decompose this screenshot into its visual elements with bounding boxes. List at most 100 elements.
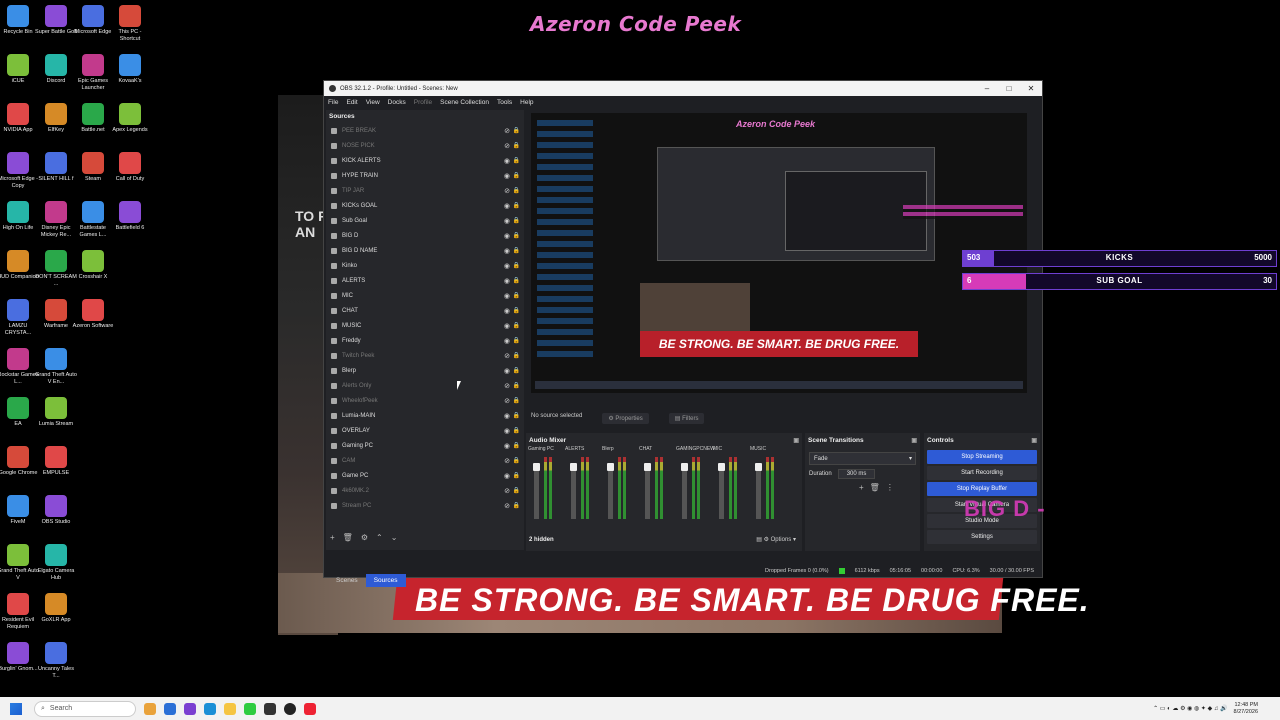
desktop-icon[interactable]: Azeron Software <box>73 296 113 345</box>
menu-item[interactable]: Help <box>520 99 533 106</box>
desktop-icon[interactable]: Battlestate Games L... <box>73 198 113 247</box>
desktop-icon[interactable]: GoXLR App <box>36 590 76 639</box>
dock-close-icon[interactable]: ▣ <box>793 437 799 444</box>
desktop-icon[interactable]: EA <box>0 394 38 443</box>
desktop-icon[interactable]: iCUE <box>0 51 38 100</box>
source-item[interactable]: Stream PC ⊘ 🔒 <box>326 498 524 513</box>
dock-close-icon[interactable]: ▣ <box>911 437 917 444</box>
desktop-icon[interactable]: Microsoft Edge - Copy <box>0 149 38 198</box>
lock-icon[interactable]: 🔒 <box>513 247 520 254</box>
widgets-icon[interactable] <box>144 702 156 715</box>
desktop-icon[interactable]: This PC - Shortcut <box>110 2 150 51</box>
desktop-icon[interactable]: Rockstar Games L... <box>0 345 38 394</box>
lock-icon[interactable]: 🔒 <box>513 307 520 314</box>
source-item[interactable]: Sub Goal ◉ 🔒 <box>326 213 524 228</box>
lock-icon[interactable]: 🔒 <box>513 442 520 449</box>
transition-select[interactable]: Fade ▾ <box>809 452 916 465</box>
settings-button[interactable]: Settings <box>927 530 1037 544</box>
lock-icon[interactable]: 🔒 <box>513 412 520 419</box>
stop-streaming-button[interactable]: Stop Streaming <box>927 450 1037 464</box>
desktop-icon[interactable]: LAMZU CRYSTA... <box>0 296 38 345</box>
desktop-icon[interactable]: Uncanny Tales T... <box>36 639 76 688</box>
lock-icon[interactable]: 🔒 <box>513 232 520 239</box>
start-recording-button[interactable]: Start Recording <box>927 466 1037 480</box>
desktop-icon[interactable]: Battlefield 6 <box>110 198 150 247</box>
copilot-icon[interactable] <box>184 702 196 715</box>
lock-icon[interactable]: 🔒 <box>513 367 520 374</box>
lock-icon[interactable]: 🔒 <box>513 262 520 269</box>
desktop-icon[interactable]: NVIDIA App <box>0 100 38 149</box>
lock-icon[interactable]: 🔒 <box>513 157 520 164</box>
desktop-icon[interactable]: Crosshair X <box>73 247 113 296</box>
source-item[interactable]: TIP JAR ⊘ 🔒 <box>326 183 524 198</box>
visibility-eye-icon[interactable]: ⊘ <box>504 457 510 465</box>
source-item[interactable]: HYPE TRAIN ◉ 🔒 <box>326 168 524 183</box>
desktop-icon[interactable]: High On Life <box>0 198 38 247</box>
trash-icon[interactable]: 🗑 <box>343 533 353 542</box>
desktop-icon[interactable]: Battle.net <box>73 100 113 149</box>
volume-fader[interactable] <box>681 463 688 519</box>
fader-handle[interactable] <box>607 463 614 471</box>
add-icon[interactable]: + <box>859 483 864 492</box>
desktop-icon[interactable]: Grand Theft Auto V <box>0 541 39 590</box>
lock-icon[interactable]: 🔒 <box>513 187 520 194</box>
source-item[interactable]: MUSIC ◉ 🔒 <box>326 318 524 333</box>
minimize-icon[interactable]: – <box>976 84 998 93</box>
desktop-icon[interactable]: Resident Evil Requiem <box>0 590 38 639</box>
desktop-icon[interactable]: Apex Legends <box>110 100 150 149</box>
desktop-icon[interactable]: HUD Companion <box>0 247 39 296</box>
edge-icon[interactable] <box>204 702 216 715</box>
properties-button[interactable]: ⚙ Properties <box>602 413 649 424</box>
obs-titlebar[interactable]: OBS 32.1.2 - Profile: Untitled - Scenes:… <box>324 81 1042 96</box>
visibility-eye-icon[interactable]: ◉ <box>504 157 510 165</box>
lock-icon[interactable]: 🔒 <box>513 142 520 149</box>
desktop-icon[interactable]: OBS Studio <box>36 492 76 541</box>
desktop-icon[interactable]: FiveM <box>0 492 38 541</box>
visibility-eye-icon[interactable]: ◉ <box>504 217 510 225</box>
source-item[interactable]: CAM ⊘ 🔒 <box>326 453 524 468</box>
lock-icon[interactable]: 🔒 <box>513 292 520 299</box>
menu-item[interactable]: Profile <box>414 99 432 106</box>
visibility-eye-icon[interactable]: ⊘ <box>504 487 510 495</box>
source-item[interactable]: BIG D ◉ 🔒 <box>326 228 524 243</box>
visibility-eye-icon[interactable]: ⊘ <box>504 397 510 405</box>
visibility-eye-icon[interactable]: ◉ <box>504 337 510 345</box>
visibility-eye-icon[interactable]: ⊘ <box>504 142 510 150</box>
lock-icon[interactable]: 🔒 <box>513 127 520 134</box>
search-input[interactable]: ⌕ Search <box>34 700 136 717</box>
source-item[interactable]: KICKs GOAL ◉ 🔒 <box>326 198 524 213</box>
add-icon[interactable]: + <box>330 533 335 542</box>
lock-icon[interactable]: 🔒 <box>513 472 520 479</box>
source-item[interactable]: BIG D NAME ◉ 🔒 <box>326 243 524 258</box>
desktop-icon[interactable]: SILENT HILL f <box>36 149 76 198</box>
app-icon[interactable] <box>304 702 316 715</box>
terminal-icon[interactable] <box>264 702 276 715</box>
source-item[interactable]: MIC ◉ 🔒 <box>326 288 524 303</box>
source-item[interactable]: CHAT ◉ 🔒 <box>326 303 524 318</box>
visibility-eye-icon[interactable]: ◉ <box>504 232 510 240</box>
menu-item[interactable]: Docks <box>388 99 406 106</box>
maximize-icon[interactable]: □ <box>998 84 1020 93</box>
more-icon[interactable]: ⋮ <box>886 483 894 492</box>
visibility-eye-icon[interactable]: ◉ <box>504 292 510 300</box>
fader-handle[interactable] <box>681 463 688 471</box>
menu-item[interactable]: Edit <box>346 99 357 106</box>
desktop-icon[interactable]: Burglin' Gnom... <box>0 639 38 688</box>
arrow-down-icon[interactable]: ⌄ <box>391 533 398 542</box>
source-item[interactable]: NOSE PICK ⊘ 🔒 <box>326 138 524 153</box>
fader-handle[interactable] <box>718 463 725 471</box>
desktop-icon[interactable]: EMPULSE <box>36 443 76 492</box>
volume-fader[interactable] <box>570 463 577 519</box>
arrow-up-icon[interactable]: ⌃ <box>376 533 383 542</box>
mixer-options[interactable]: ▤ ⚙ Options ▾ <box>756 536 796 543</box>
fader-handle[interactable] <box>570 463 577 471</box>
menu-item[interactable]: Scene Collection <box>440 99 489 106</box>
visibility-eye-icon[interactable]: ⊘ <box>504 502 510 510</box>
volume-fader[interactable] <box>607 463 614 519</box>
volume-fader[interactable] <box>718 463 725 519</box>
visibility-eye-icon[interactable]: ◉ <box>504 202 510 210</box>
visibility-eye-icon[interactable]: ◉ <box>504 277 510 285</box>
source-item[interactable]: Kinko ◉ 🔒 <box>326 258 524 273</box>
source-item[interactable]: Blerp ◉ 🔒 <box>326 363 524 378</box>
source-item[interactable]: 4k60MK.2 ⊘ 🔒 <box>326 483 524 498</box>
